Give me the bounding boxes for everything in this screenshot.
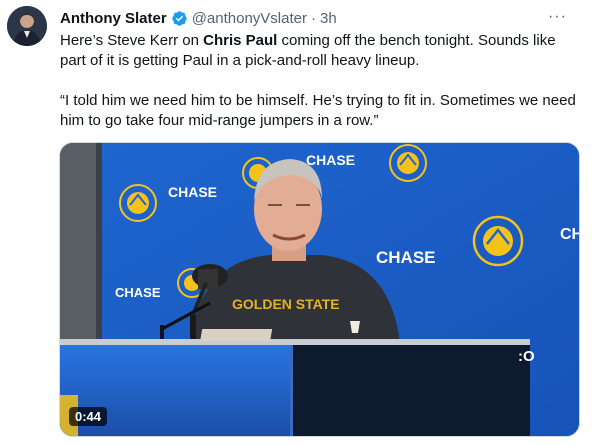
avatar[interactable] xyxy=(7,6,47,46)
shirt-logo: GOLDEN STATE xyxy=(232,296,340,312)
video-frame: CHASE CHASE CHASE CHASE CH GOLDEN STATE xyxy=(60,143,580,436)
author-handle[interactable]: @anthonyVslater xyxy=(192,10,307,27)
tweet-card[interactable]: Anthony Slater @anthonyVslater · 3h ··· … xyxy=(0,0,593,446)
chase-logo: CHASE xyxy=(306,152,355,168)
chase-logo: CHASE xyxy=(115,285,161,300)
video-duration: 0:44 xyxy=(69,407,108,426)
video-player[interactable]: CHASE CHASE CHASE CHASE CH GOLDEN STATE xyxy=(59,142,580,437)
tweet-paragraph-2: “I told him we need him to be himself. H… xyxy=(60,92,576,129)
more-options-icon[interactable]: ··· xyxy=(548,8,567,26)
avatar-image xyxy=(7,6,47,46)
chase-logo-partial: CH xyxy=(560,226,580,243)
tweet-text: Here’s Steve Kerr on Chris Paul coming o… xyxy=(60,31,582,131)
bold-mention: Chris Paul xyxy=(203,32,278,49)
text-segment: Here’s Steve Kerr on xyxy=(60,32,204,49)
tweet-paragraph-1: Here’s Steve Kerr on Chris Paul coming o… xyxy=(60,31,582,71)
timestamp[interactable]: 3h xyxy=(320,10,337,27)
podium xyxy=(60,329,530,436)
author-name[interactable]: Anthony Slater xyxy=(60,10,167,27)
chase-logo-partial: :O xyxy=(518,348,535,365)
tweet-header: Anthony Slater @anthonyVslater · 3h ··· xyxy=(60,8,573,28)
chase-logo: CHASE xyxy=(168,184,217,200)
chase-logo: CHASE xyxy=(376,248,436,267)
header-separator: · xyxy=(310,9,316,27)
verified-badge-icon xyxy=(171,10,188,27)
